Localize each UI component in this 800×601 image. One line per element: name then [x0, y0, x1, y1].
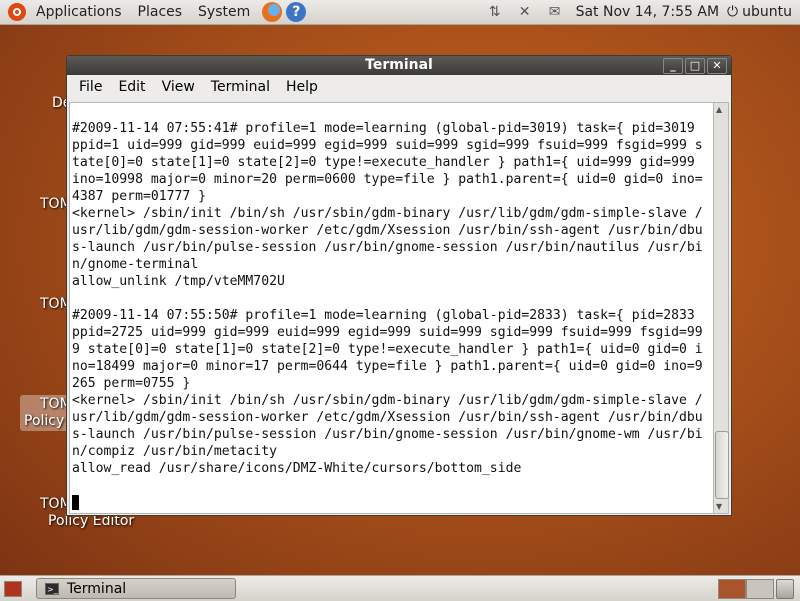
taskbar-terminal-button[interactable]: >_ Terminal — [36, 578, 236, 599]
terminal-text: #2009-11-14 07:55:41# profile=1 mode=lea… — [72, 121, 703, 476]
menu-terminal[interactable]: Terminal — [203, 79, 278, 95]
clock[interactable]: Sat Nov 14, 7:55 AM — [576, 4, 719, 20]
menu-edit[interactable]: Edit — [110, 79, 153, 95]
desktop-icon-label[interactable]: Policy — [24, 413, 64, 429]
places-menu[interactable]: Places — [130, 4, 191, 20]
window-titlebar[interactable]: Terminal _ □ ✕ — [67, 56, 731, 75]
scroll-up-icon[interactable]: ▲ — [716, 105, 722, 114]
help-launcher-icon[interactable]: ? — [286, 2, 307, 22]
menu-help[interactable]: Help — [278, 79, 326, 95]
system-menu[interactable]: System — [190, 4, 258, 20]
volume-muted-icon[interactable]: ✕ — [516, 4, 534, 20]
menu-view[interactable]: View — [154, 79, 203, 95]
system-tray: ⇅ ✕ ✉ Sat Nov 14, 7:55 AM ⏻ ubuntu — [480, 4, 800, 20]
applications-menu[interactable]: Applications — [28, 4, 130, 20]
taskbar-label: Terminal — [67, 580, 127, 597]
mail-icon[interactable]: ✉ — [546, 4, 564, 20]
firefox-launcher-icon[interactable] — [262, 2, 283, 22]
menu-file[interactable]: File — [71, 79, 110, 95]
scroll-down-icon[interactable]: ▼ — [716, 502, 722, 511]
show-desktop-icon[interactable] — [4, 581, 22, 597]
minimize-icon[interactable]: _ — [663, 58, 683, 74]
ubuntu-logo-icon[interactable] — [8, 3, 26, 21]
terminal-icon: >_ — [45, 582, 59, 595]
close-icon[interactable]: ✕ — [707, 58, 727, 74]
scrollbar[interactable]: ▲ ▼ — [713, 102, 729, 514]
workspace-2[interactable] — [746, 579, 774, 599]
menubar: File Edit View Terminal Help — [67, 75, 731, 99]
scroll-thumb[interactable] — [715, 431, 729, 499]
terminal-output[interactable]: #2009-11-14 07:55:41# profile=1 mode=lea… — [69, 102, 714, 514]
maximize-icon[interactable]: □ — [685, 58, 705, 74]
workspace-1[interactable] — [718, 579, 746, 599]
bottom-panel: >_ Terminal — [0, 575, 800, 601]
terminal-window: Terminal _ □ ✕ File Edit View Terminal H… — [66, 55, 732, 516]
user-menu[interactable]: ubuntu — [742, 4, 792, 20]
power-icon[interactable]: ⏻ — [727, 4, 738, 20]
top-panel: Applications Places System ? ⇅ ✕ ✉ Sat N… — [0, 0, 800, 25]
text-cursor — [72, 495, 79, 510]
trash-icon[interactable] — [776, 579, 794, 599]
window-title: Terminal — [365, 57, 433, 73]
network-icon[interactable]: ⇅ — [486, 4, 504, 20]
